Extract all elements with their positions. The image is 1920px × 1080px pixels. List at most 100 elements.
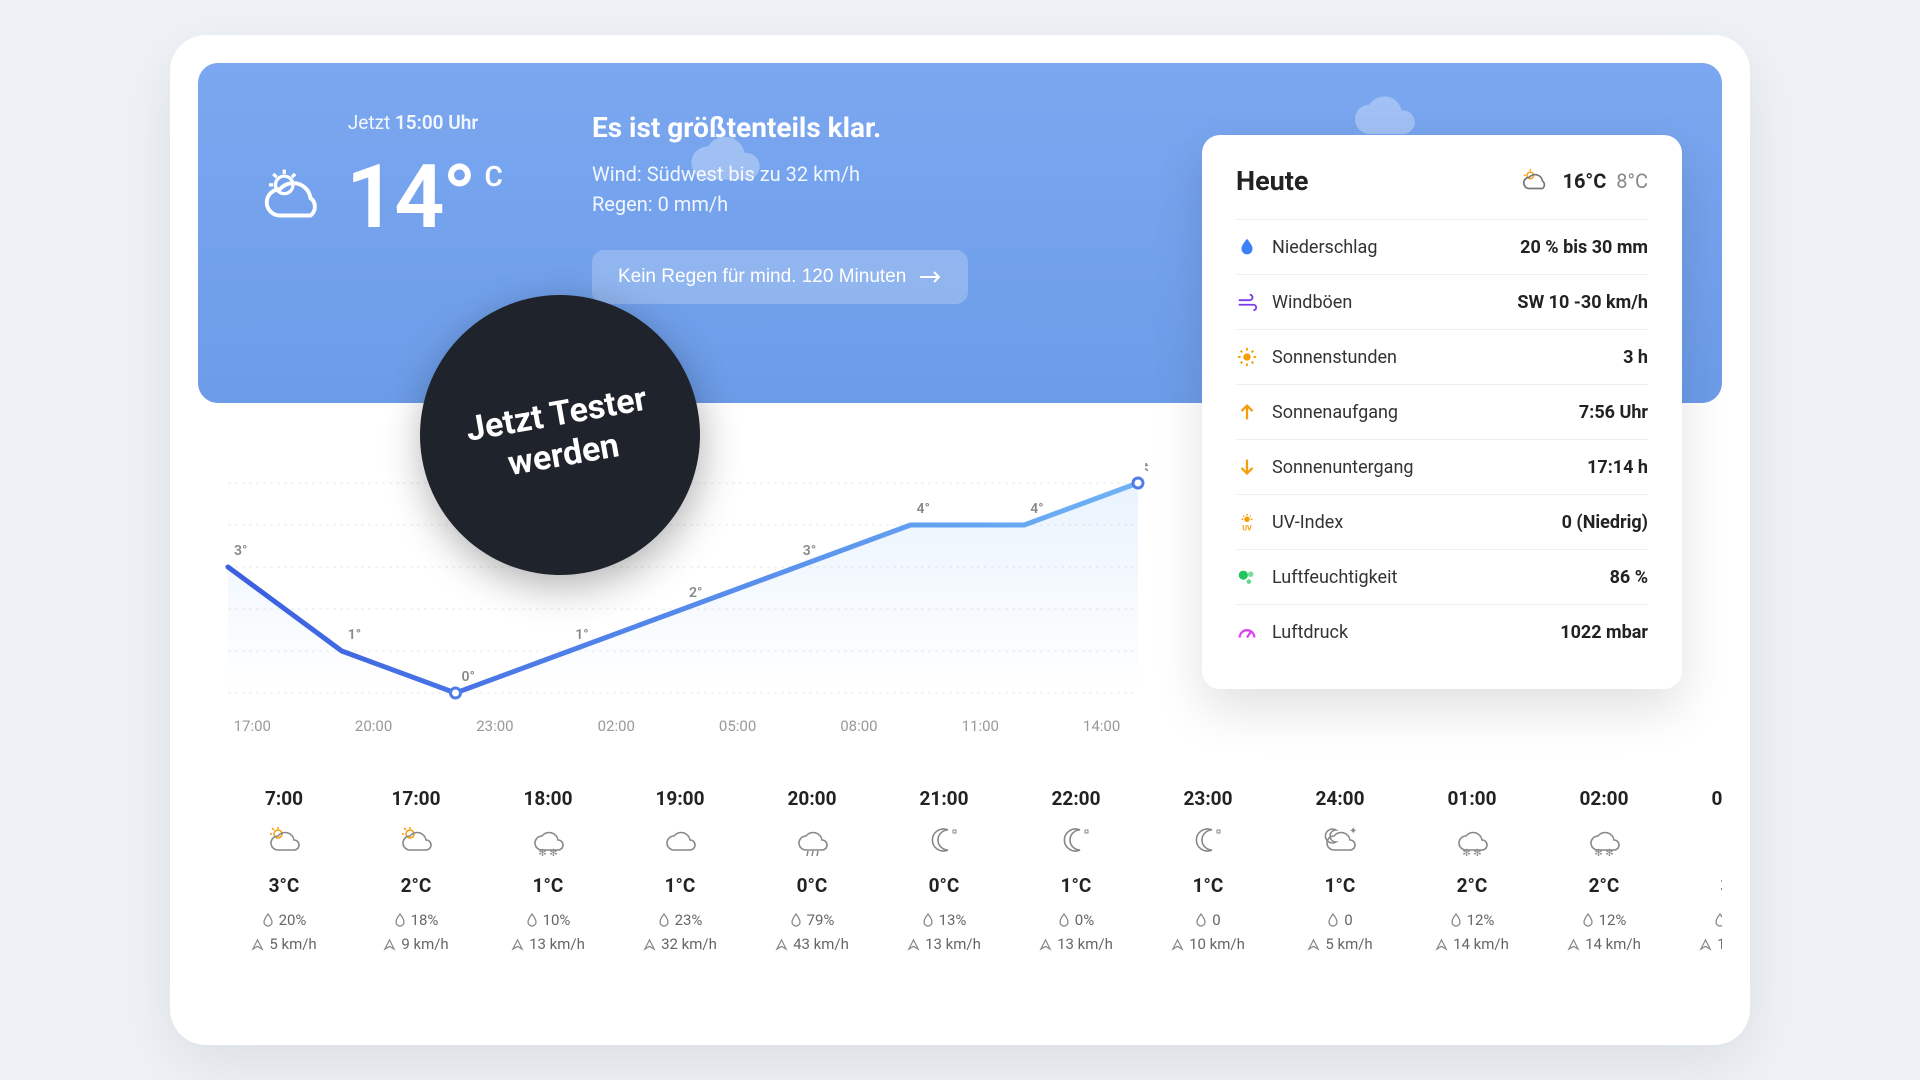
stat-label: Sonnenaufgang bbox=[1272, 402, 1398, 423]
svg-text:3°: 3° bbox=[803, 543, 816, 559]
wind-direction-icon bbox=[775, 938, 788, 951]
arrow-up-icon bbox=[1236, 401, 1258, 423]
hourly-wind: 9 km/h bbox=[350, 935, 482, 953]
tester-badge-label: Jetzt Tester werden bbox=[415, 371, 705, 500]
drop-icon bbox=[1450, 913, 1462, 927]
today-temps: 16°C 8°C bbox=[1562, 169, 1648, 193]
hourly-column[interactable]: 03:00 ✻ ✻ 3°C 12% 14 km/h bbox=[1670, 787, 1722, 959]
wind-direction-icon bbox=[511, 938, 524, 951]
sun-cloud-icon bbox=[1520, 166, 1550, 196]
hourly-temperature: 0°C bbox=[878, 874, 1010, 897]
hourly-wind: 14 km/h bbox=[1406, 935, 1538, 953]
now-label: Jetzt 15:00 Uhr bbox=[258, 111, 568, 134]
stat-value: 17:14 h bbox=[1587, 457, 1648, 478]
hourly-temperature: 2°C bbox=[1406, 874, 1538, 897]
hourly-column[interactable]: 23:00 1°C 0 10 km/h bbox=[1142, 787, 1274, 959]
hourly-time: 02:00 bbox=[1538, 787, 1670, 810]
svg-text:3°: 3° bbox=[234, 543, 247, 559]
today-low: 8°C bbox=[1616, 169, 1648, 193]
hourly-precipitation: 12% bbox=[1538, 911, 1670, 929]
stat-row: WindböenSW 10 -30 km/h bbox=[1236, 274, 1648, 329]
hourly-wind: 14 km/h bbox=[1670, 935, 1722, 953]
hourly-column[interactable]: 02:00 ✻ ✻ 2°C 12% 14 km/h bbox=[1538, 787, 1670, 959]
cloud-decoration-icon bbox=[1352, 93, 1422, 140]
hourly-precipitation: 0% bbox=[1010, 911, 1142, 929]
hourly-column[interactable]: 24:00 ✦ 1°C 0 5 km/h bbox=[1274, 787, 1406, 959]
hourly-temperature: 2°C bbox=[350, 874, 482, 897]
svg-text:08:00: 08:00 bbox=[840, 717, 877, 735]
sun-cloud-icon bbox=[350, 824, 482, 860]
humidity-icon bbox=[1236, 566, 1258, 588]
hourly-wind: 43 km/h bbox=[746, 935, 878, 953]
hourly-column[interactable]: 01:00 ✻ ✻ 2°C 12% 14 km/h bbox=[1406, 787, 1538, 959]
svg-text:4°: 4° bbox=[1030, 501, 1043, 517]
svg-text:2°: 2° bbox=[689, 585, 702, 601]
pressure-icon bbox=[1236, 621, 1258, 643]
wind-direction-icon bbox=[1567, 938, 1580, 951]
cloud-icon bbox=[614, 824, 746, 860]
hourly-time: 21:00 bbox=[878, 787, 1010, 810]
rain-cloud-icon bbox=[746, 824, 878, 860]
current-temperature: 14° bbox=[346, 146, 475, 249]
svg-text:4°: 4° bbox=[917, 501, 930, 517]
svg-text:5°: 5° bbox=[1144, 463, 1148, 475]
hourly-column[interactable]: 18:00 ✻ ✻ 1°C 10% 13 km/h bbox=[482, 787, 614, 959]
snow-cloud-icon: ✻ ✻ bbox=[1406, 824, 1538, 860]
svg-text:✻ ✻: ✻ ✻ bbox=[1594, 848, 1613, 858]
wind-detail: Wind: Südwest bis zu 32 km/h bbox=[592, 162, 968, 186]
hourly-time: 18:00 bbox=[482, 787, 614, 810]
hourly-column[interactable]: 20:00 0°C 79% 43 km/h bbox=[746, 787, 878, 959]
svg-text:11:00: 11:00 bbox=[962, 717, 999, 735]
svg-text:0°: 0° bbox=[462, 669, 475, 685]
moon-icon bbox=[1010, 824, 1142, 860]
wind-direction-icon bbox=[643, 938, 656, 951]
stat-label: Sonnenstunden bbox=[1272, 347, 1397, 368]
hourly-column[interactable]: 21:00 0°C 13% 13 km/h bbox=[878, 787, 1010, 959]
drop-icon bbox=[658, 913, 670, 927]
wind-direction-icon bbox=[251, 938, 264, 951]
sun-cloud-icon bbox=[258, 163, 328, 233]
hourly-precipitation: 20% bbox=[218, 911, 350, 929]
stat-label: UV-Index bbox=[1272, 512, 1343, 533]
stat-value: 0 (Niedrig) bbox=[1562, 512, 1648, 533]
drop-icon bbox=[1236, 236, 1258, 258]
drop-icon bbox=[790, 913, 802, 927]
rain-forecast-button[interactable]: Kein Regen für mind. 120 Minuten bbox=[592, 250, 968, 304]
wind-icon bbox=[1236, 291, 1258, 313]
hourly-column[interactable]: 17:00 2°C 18% 9 km/h bbox=[350, 787, 482, 959]
hourly-precipitation: 12% bbox=[1670, 911, 1722, 929]
hourly-wind: 10 km/h bbox=[1142, 935, 1274, 953]
hourly-wind: 14 km/h bbox=[1538, 935, 1670, 953]
hourly-forecast-strip[interactable]: 7:00 3°C 20% 5 km/h 17:00 2°C 18% 9 km/h… bbox=[198, 787, 1722, 959]
wind-direction-icon bbox=[1699, 938, 1712, 951]
hourly-column[interactable]: 22:00 1°C 0% 13 km/h bbox=[1010, 787, 1142, 959]
hourly-column[interactable]: 19:00 1°C 23% 32 km/h bbox=[614, 787, 746, 959]
hourly-precipitation: 0 bbox=[1142, 911, 1274, 929]
hourly-temperature: 3°C bbox=[218, 874, 350, 897]
drop-icon bbox=[394, 913, 406, 927]
snow-cloud-icon: ✻ ✻ bbox=[1538, 824, 1670, 860]
stat-value: SW 10 -30 km/h bbox=[1517, 292, 1648, 313]
stat-row: Luftdruck1022 mbar bbox=[1236, 604, 1648, 659]
weather-summary: Es ist größtenteils klar. bbox=[592, 111, 968, 144]
today-title: Heute bbox=[1236, 165, 1308, 197]
today-high: 16°C bbox=[1562, 169, 1606, 193]
stat-value: 7:56 Uhr bbox=[1579, 402, 1648, 423]
stat-value: 1022 mbar bbox=[1560, 622, 1648, 643]
hourly-wind: 5 km/h bbox=[218, 935, 350, 953]
svg-text:17:00: 17:00 bbox=[234, 717, 271, 735]
svg-text:05:00: 05:00 bbox=[719, 717, 756, 735]
hourly-temperature: 1°C bbox=[1142, 874, 1274, 897]
wind-direction-icon bbox=[1171, 938, 1184, 951]
svg-text:✻ ✻: ✻ ✻ bbox=[538, 848, 557, 858]
drop-icon bbox=[1195, 913, 1207, 927]
stat-row: Luftfeuchtigkeit86 % bbox=[1236, 549, 1648, 604]
now-prefix: Jetzt bbox=[348, 111, 390, 134]
svg-text:UV: UV bbox=[1242, 523, 1252, 532]
hourly-time: 22:00 bbox=[1010, 787, 1142, 810]
rain-forecast-label: Kein Regen für mind. 120 Minuten bbox=[618, 266, 906, 288]
hourly-time: 03:00 bbox=[1670, 787, 1722, 810]
hourly-time: 24:00 bbox=[1274, 787, 1406, 810]
hourly-column[interactable]: 7:00 3°C 20% 5 km/h bbox=[218, 787, 350, 959]
wind-direction-icon bbox=[907, 938, 920, 951]
